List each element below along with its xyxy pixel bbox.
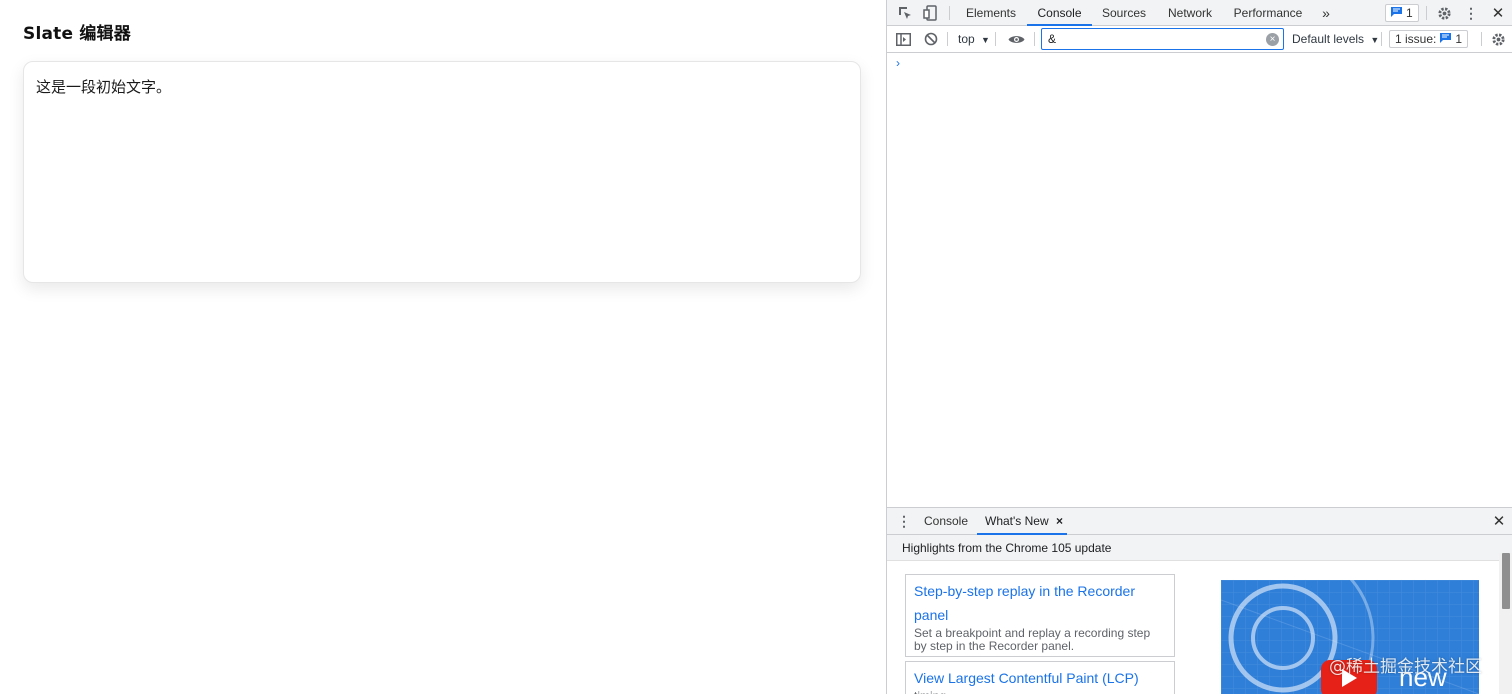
- console-settings-gear-icon[interactable]: [1490, 31, 1506, 47]
- drawer-scrollbar[interactable]: [1499, 553, 1512, 694]
- card-title[interactable]: View Largest Contentful Paint (LCP): [914, 666, 1166, 690]
- log-levels-dropdown[interactable]: Default levels ▼: [1292, 32, 1379, 46]
- drawer-tabbar: ⋮ Console What's New × ✕: [887, 508, 1512, 535]
- close-devtools-icon[interactable]: ✕: [1489, 4, 1507, 22]
- settings-gear-icon[interactable]: [1435, 4, 1453, 22]
- whats-new-card[interactable]: View Largest Contentful Paint (LCP) timi…: [905, 661, 1175, 694]
- tab-sources[interactable]: Sources: [1094, 0, 1154, 26]
- drawer-tab-whats-new[interactable]: What's New ×: [977, 508, 1067, 535]
- devtools-panel: Elements Console Sources Network Perform…: [886, 0, 1512, 694]
- issues-button[interactable]: 1 issue: 1: [1389, 30, 1469, 48]
- close-drawer-icon[interactable]: ✕: [1491, 513, 1507, 530]
- devtools-tabbar: Elements Console Sources Network Perform…: [887, 0, 1512, 26]
- message-icon: [1440, 32, 1452, 46]
- tab-console[interactable]: Console: [1027, 0, 1092, 26]
- context-label: top: [958, 32, 975, 46]
- device-toolbar-icon[interactable]: [922, 4, 940, 22]
- more-options-icon[interactable]: ⋮: [1462, 4, 1480, 22]
- log-levels-label: Default levels: [1292, 32, 1365, 46]
- tab-performance[interactable]: Performance: [1228, 0, 1308, 26]
- divider: [1426, 6, 1427, 20]
- messages-badge[interactable]: 1: [1385, 4, 1419, 22]
- message-icon: [1391, 6, 1402, 20]
- drawer-menu-icon[interactable]: ⋮: [897, 513, 911, 529]
- clear-filter-icon[interactable]: ×: [1266, 33, 1279, 46]
- messages-count: 1: [1406, 6, 1413, 20]
- drawer-tab-console[interactable]: Console: [917, 508, 975, 535]
- divider: [995, 32, 996, 46]
- console-prompt[interactable]: ›: [896, 56, 900, 70]
- whats-new-subhead: Highlights from the Chrome 105 update: [887, 535, 1512, 561]
- context-selector[interactable]: top ▼: [958, 32, 990, 46]
- chevron-down-icon: ▼: [1370, 35, 1380, 45]
- card-description: Set a breakpoint and replay a recording …: [914, 626, 1151, 653]
- card-description: timing: [914, 690, 1166, 694]
- divider: [1034, 32, 1035, 46]
- tab-elements[interactable]: Elements: [957, 0, 1025, 26]
- slate-editor[interactable]: 这是一段初始文字。: [23, 61, 861, 283]
- more-tabs-button[interactable]: »: [1315, 0, 1337, 26]
- card-title[interactable]: Step-by-step replay in the Recorder pane…: [914, 579, 1166, 627]
- sidebar-toggle-icon[interactable]: [895, 31, 911, 47]
- divider: [947, 32, 948, 46]
- filter-value: &: [1048, 32, 1057, 46]
- divider: [1381, 32, 1382, 46]
- watermark: @稀土掘金技术社区: [1329, 657, 1482, 677]
- divider: [1481, 32, 1482, 46]
- web-page: Slate 编辑器 这是一段初始文字。: [0, 0, 886, 694]
- live-expression-eye-icon[interactable]: [1007, 31, 1025, 47]
- inspect-element-icon[interactable]: [896, 4, 914, 22]
- issues-label: 1 issue:: [1395, 32, 1437, 46]
- chevron-down-icon: ▼: [981, 35, 990, 45]
- close-tab-icon[interactable]: ×: [1056, 514, 1063, 528]
- scrollbar-thumb[interactable]: [1502, 553, 1510, 609]
- page-title: Slate 编辑器: [23, 24, 131, 44]
- drawer-tab-label: What's New: [985, 514, 1049, 528]
- console-toolbar: top ▼ & × Default levels ▼ 1 issue: 1: [887, 26, 1512, 53]
- divider: [949, 6, 950, 20]
- console-filter-input[interactable]: & ×: [1041, 28, 1284, 50]
- clear-console-icon[interactable]: [923, 31, 939, 47]
- editor-paragraph[interactable]: 这是一段初始文字。: [36, 76, 171, 97]
- tab-network[interactable]: Network: [1160, 0, 1220, 26]
- issues-count: 1: [1455, 32, 1463, 46]
- whats-new-card[interactable]: Step-by-step replay in the Recorder pane…: [905, 574, 1175, 657]
